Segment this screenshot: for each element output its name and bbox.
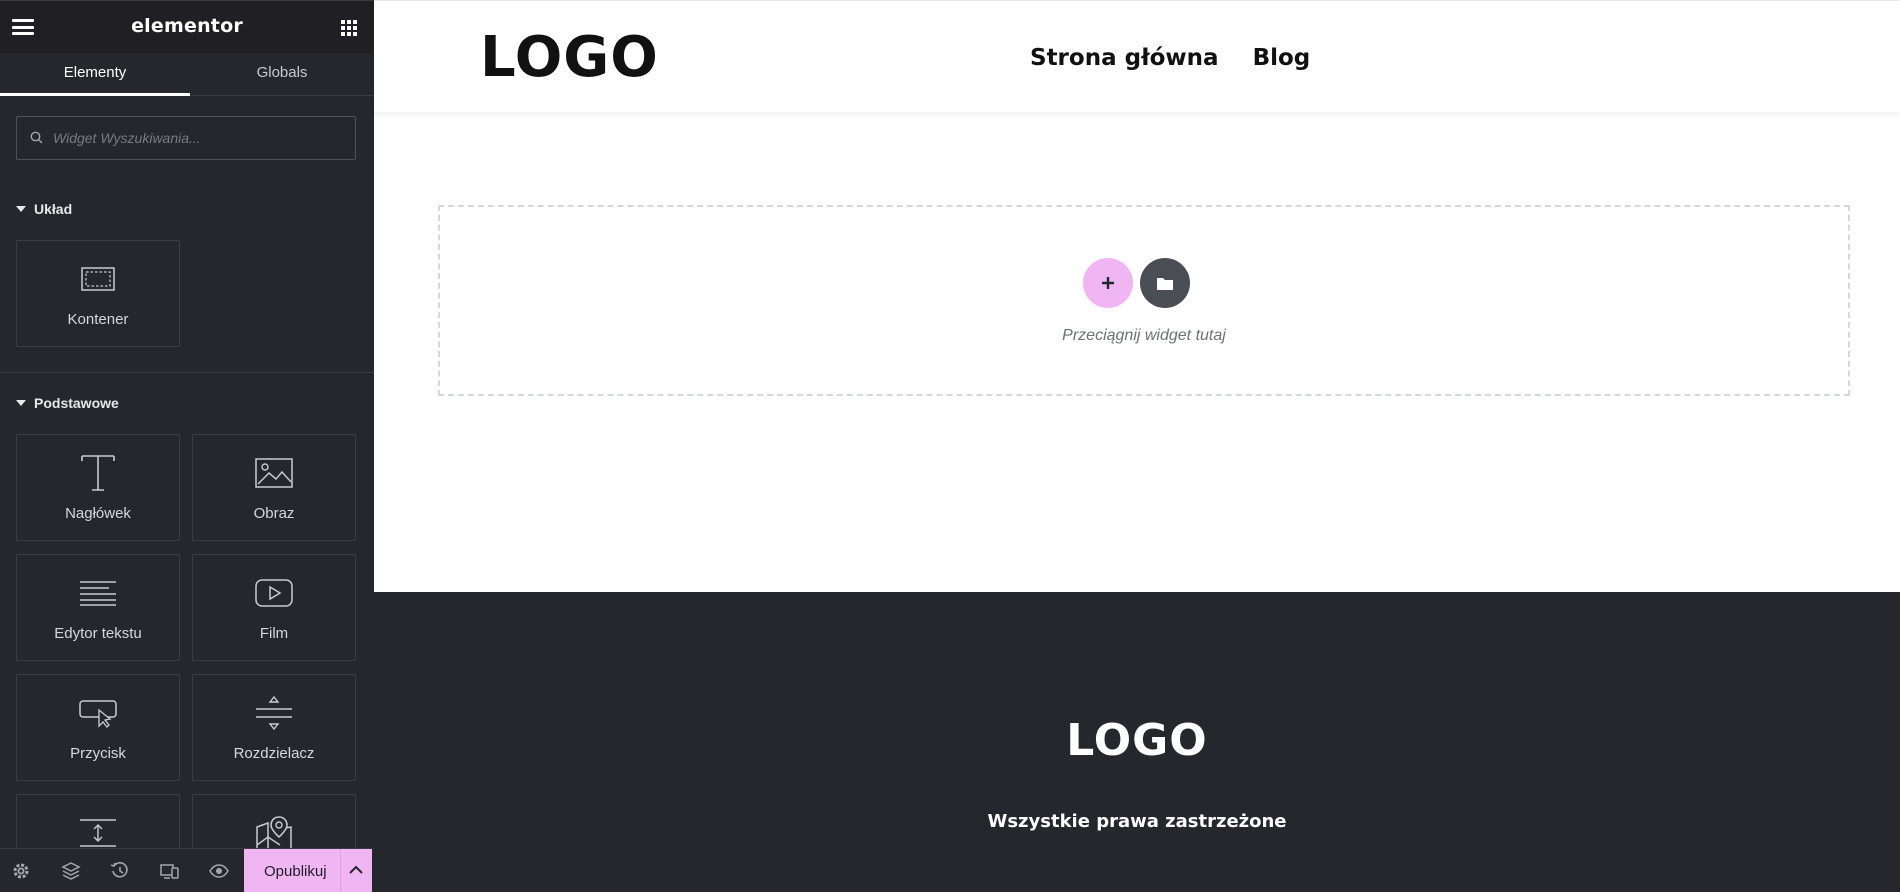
widget-label: Przycisk [70, 745, 126, 762]
widget-spacer[interactable] [16, 794, 180, 854]
widget-button[interactable]: Przycisk [16, 674, 180, 781]
widget-google-maps[interactable] [192, 794, 356, 854]
widgets-grid-icon[interactable] [341, 20, 357, 36]
empty-section-dropzone[interactable]: Przeciągnij widget tutaj [438, 205, 1850, 396]
widget-search[interactable] [16, 116, 356, 160]
widget-container[interactable]: Kontener [16, 240, 180, 347]
history-icon[interactable] [110, 861, 130, 881]
panel-topbar: elementor [0, 0, 374, 53]
image-icon [255, 458, 293, 488]
widget-label: Film [259, 625, 289, 642]
widget-divider[interactable]: Rozdzielacz [192, 674, 356, 781]
navigator-icon[interactable] [61, 861, 81, 881]
tab-globals[interactable]: Globals [187, 53, 377, 96]
settings-icon[interactable] [11, 861, 31, 881]
add-template-button[interactable] [1140, 258, 1190, 308]
heading-icon [81, 455, 115, 491]
search-icon [30, 131, 43, 144]
spacer-icon [80, 819, 116, 847]
widget-label: Kontener [67, 311, 129, 328]
divider-icon [256, 695, 292, 731]
add-section-button[interactable] [1083, 258, 1133, 308]
publish-separator [340, 849, 341, 892]
button-icon [79, 700, 117, 728]
preview-icon[interactable] [209, 861, 229, 881]
section-toggle-layout[interactable]: Układ [16, 201, 72, 217]
site-footer[interactable]: LOGO Wszystkie prawa zastrzeżone [374, 592, 1900, 892]
search-input[interactable] [53, 125, 343, 151]
text-editor-icon [80, 581, 116, 606]
video-icon [255, 579, 293, 607]
folder-icon [1157, 277, 1173, 290]
caret-down-icon [16, 400, 26, 406]
widget-image[interactable]: Obraz [192, 434, 356, 541]
section-title: Podstawowe [34, 395, 119, 411]
site-header[interactable]: LOGO Strona główna Blog [374, 0, 1900, 112]
chevron-up-icon[interactable] [347, 863, 365, 877]
widget-heading[interactable]: Nagłówek [16, 434, 180, 541]
site-logo[interactable]: LOGO [480, 25, 659, 90]
plus-icon [1102, 277, 1114, 289]
dropzone-hint: Przeciągnij widget tutaj [1062, 327, 1226, 344]
preview-canvas: LOGO Strona główna Blog Przeciągnij widge… [374, 0, 1900, 892]
panel-footer: Opublikuj [0, 848, 374, 892]
publish-label: Opublikuj [264, 863, 327, 880]
caret-down-icon [16, 206, 26, 212]
footer-logo[interactable]: LOGO [374, 715, 1900, 766]
section-toggle-basic[interactable]: Podstawowe [16, 395, 119, 411]
panel-tabs: Elementy Globals [0, 53, 374, 96]
footer-copyright: Wszystkie prawa zastrzeżone [987, 811, 1287, 832]
widget-label: Obraz [253, 505, 295, 522]
tab-elements[interactable]: Elementy [0, 53, 190, 96]
container-icon [81, 267, 115, 291]
section-divider [0, 372, 374, 373]
responsive-icon[interactable] [160, 861, 180, 881]
widget-label: Rozdzielacz [233, 745, 315, 762]
section-title: Układ [34, 201, 73, 217]
brand-logo: elementor [131, 15, 243, 37]
widget-label: Nagłówek [65, 505, 131, 522]
editor-panel: elementor Elementy Globals Układ Kontene… [0, 0, 374, 892]
publish-button[interactable]: Opublikuj [244, 849, 372, 892]
google-maps-icon [256, 816, 292, 851]
nav-link-home[interactable]: Strona główna [1030, 45, 1219, 71]
widget-text-editor[interactable]: Edytor tekstu [16, 554, 180, 661]
main-navigation: Strona główna Blog [1030, 45, 1344, 71]
widget-video[interactable]: Film [192, 554, 356, 661]
widget-label: Edytor tekstu [54, 625, 142, 642]
nav-link-blog[interactable]: Blog [1253, 45, 1311, 71]
